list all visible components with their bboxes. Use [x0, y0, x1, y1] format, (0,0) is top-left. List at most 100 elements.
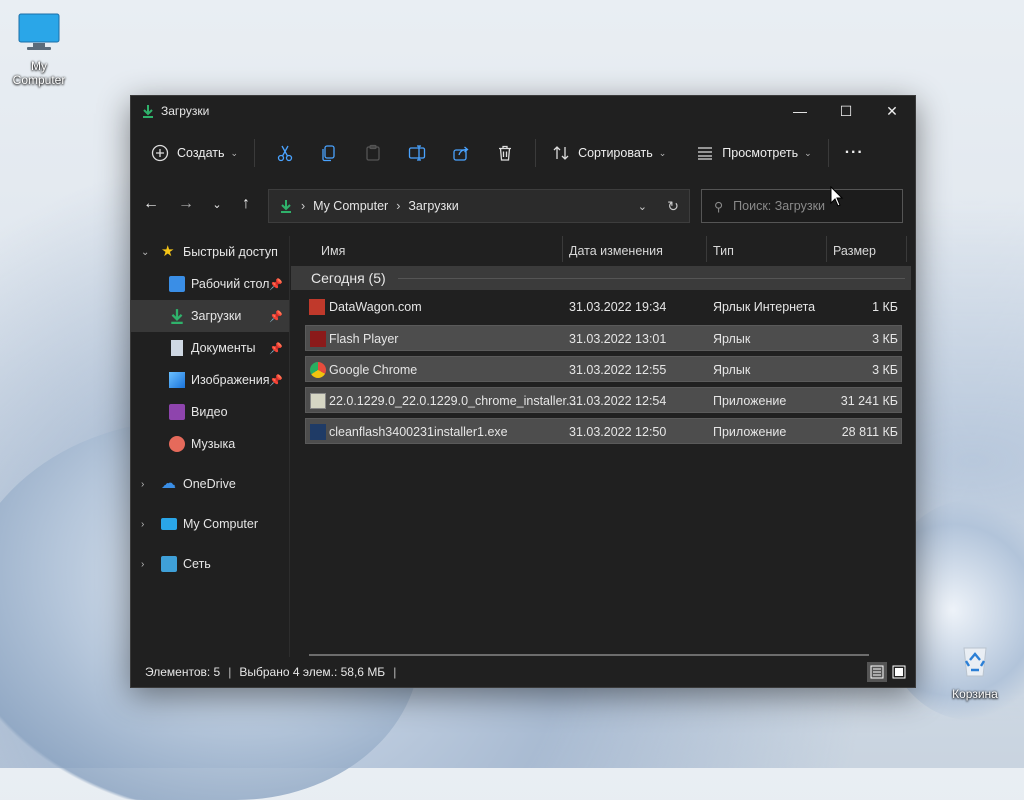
breadcrumb-separator: ›: [301, 199, 306, 213]
details-view-button[interactable]: [867, 662, 887, 682]
mouse-cursor-icon: [830, 186, 844, 207]
nav-item-desktop[interactable]: Рабочий стол 📌: [131, 268, 289, 300]
horizontal-scrollbar[interactable]: [309, 654, 869, 656]
forward-button[interactable]: →: [172, 190, 200, 218]
chevron-right-icon[interactable]: ›: [141, 519, 144, 530]
file-row[interactable]: DataWagon.com 31.03.2022 19:34 Ярлык Инт…: [305, 294, 902, 320]
tiles-view-icon: [892, 665, 906, 679]
nav-item-label: OneDrive: [183, 477, 236, 491]
more-options-button[interactable]: ···: [837, 137, 872, 169]
refresh-icon[interactable]: ↻: [667, 198, 679, 215]
file-row[interactable]: cleanflash3400231installer1.exe 31.03.20…: [305, 418, 902, 444]
nav-item-label: Музыка: [191, 437, 236, 451]
nav-item-documents[interactable]: Документы 📌: [131, 332, 289, 364]
file-row[interactable]: 22.0.1229.0_22.0.1229.0_chrome_installer…: [305, 387, 902, 413]
nav-item-downloads[interactable]: Загрузки 📌: [131, 300, 289, 332]
close-button[interactable]: ✕: [869, 96, 915, 126]
search-input[interactable]: ⚲ Поиск: Загрузки: [701, 189, 903, 223]
network-icon: [161, 556, 177, 572]
toolbar-divider: [254, 139, 256, 167]
chevron-down-icon: ⌄: [804, 147, 812, 158]
chevron-down-icon: ⌄: [230, 147, 239, 158]
pin-icon: 📌: [269, 310, 283, 323]
nav-item-pictures[interactable]: Изображения 📌: [131, 364, 289, 396]
nav-item-music[interactable]: Музыка: [131, 428, 289, 460]
cut-button[interactable]: [269, 137, 301, 169]
download-icon: [281, 200, 291, 213]
nav-item-label: Загрузки: [191, 309, 242, 323]
group-header-today[interactable]: Сегодня (5): [291, 266, 911, 290]
column-header-date[interactable]: Дата изменения: [569, 244, 663, 258]
file-size: 28 811 КБ: [841, 425, 898, 439]
back-button[interactable]: ←: [137, 190, 165, 218]
file-size: 31 241 КБ: [840, 394, 898, 408]
rename-button[interactable]: [401, 137, 433, 169]
application-icon: [310, 424, 326, 440]
address-row: ← → ⌄ ↑ › My Computer › Загрузки ⌄ ↻ ⚲ П…: [131, 184, 915, 224]
flash-player-icon: [310, 331, 326, 347]
nav-item-onedrive[interactable]: › ☁ OneDrive: [131, 468, 289, 500]
file-type: Ярлык: [713, 363, 751, 377]
nav-item-label: My Computer: [183, 517, 259, 531]
file-name: Google Chrome: [329, 363, 418, 377]
star-icon: ★: [161, 243, 175, 260]
file-row[interactable]: Google Chrome 31.03.2022 12:55 Ярлык 3 К…: [305, 356, 902, 382]
cloud-icon: ☁: [161, 475, 176, 492]
paste-icon: [366, 144, 380, 161]
create-button[interactable]: Создать ⌄: [143, 137, 246, 169]
maximize-button[interactable]: ☐: [823, 96, 869, 126]
file-name: 22.0.1229.0_22.0.1229.0_chrome_installer…: [329, 394, 580, 408]
explorer-window: Загрузки — ☐ ✕ Создать ⌄ Сортировать ⌄ П…: [130, 95, 916, 688]
address-bar[interactable]: › My Computer › Загрузки ⌄ ↻: [268, 189, 690, 223]
copy-button[interactable]: [313, 137, 345, 169]
internet-shortcut-icon: [309, 299, 325, 315]
column-header-size[interactable]: Размер: [833, 244, 876, 258]
desktop-icon-recycle-bin[interactable]: Корзина: [946, 640, 1004, 701]
nav-item-videos[interactable]: Видео: [131, 396, 289, 428]
column-divider[interactable]: [906, 236, 907, 262]
file-type: Приложение: [713, 425, 787, 439]
title-bar[interactable]: Загрузки — ☐ ✕: [131, 96, 915, 126]
pin-icon: 📌: [269, 374, 283, 387]
column-header-type[interactable]: Тип: [713, 244, 734, 258]
file-name: DataWagon.com: [329, 300, 422, 314]
search-icon: ⚲: [714, 199, 724, 214]
search-placeholder: Поиск: Загрузки: [733, 199, 826, 213]
recycle-bin-icon: [963, 647, 987, 677]
breadcrumb-downloads[interactable]: Загрузки: [408, 199, 458, 213]
chevron-right-icon[interactable]: ›: [141, 559, 144, 570]
up-button[interactable]: ↑: [232, 190, 260, 218]
column-divider[interactable]: [706, 236, 707, 262]
chevron-down-icon: ⌄: [658, 147, 667, 158]
desktop-icon-my-computer[interactable]: My Computer: [4, 12, 74, 87]
address-dropdown-icon[interactable]: ⌄: [638, 200, 647, 213]
minimize-button[interactable]: —: [777, 96, 823, 126]
chevron-right-icon[interactable]: ›: [141, 479, 144, 490]
recent-locations-button[interactable]: ⌄: [203, 190, 231, 218]
download-icon: [143, 105, 153, 118]
file-date: 31.03.2022 12:54: [569, 394, 667, 408]
nav-item-network[interactable]: › Сеть: [131, 548, 289, 580]
pane-splitter[interactable]: [289, 236, 290, 657]
plus-circle-icon: [151, 144, 169, 162]
column-divider[interactable]: [826, 236, 827, 262]
download-icon: [171, 309, 183, 324]
file-row[interactable]: Flash Player 31.03.2022 13:01 Ярлык 3 КБ: [305, 325, 902, 351]
view-button[interactable]: Просмотреть ⌄: [688, 137, 819, 169]
delete-button[interactable]: [489, 137, 521, 169]
selection-info: Выбрано 4 элем.: 58,6 МБ: [239, 665, 386, 679]
column-divider[interactable]: [562, 236, 563, 262]
installer-icon: [310, 393, 326, 409]
paste-button[interactable]: [357, 137, 389, 169]
share-button[interactable]: [445, 137, 477, 169]
file-list: Имя Дата изменения Тип Размер Сегодня (5…: [291, 236, 915, 657]
view-list-icon: [698, 147, 713, 160]
nav-item-my-computer[interactable]: › My Computer: [131, 508, 289, 540]
column-header-name[interactable]: Имя: [321, 244, 345, 258]
tiles-view-button[interactable]: [889, 662, 909, 682]
chevron-down-icon[interactable]: ⌄: [141, 247, 149, 258]
nav-item-quick-access[interactable]: ⌄ ★ Быстрый доступ: [131, 236, 289, 268]
column-header-row: Имя Дата изменения Тип Размер: [291, 236, 915, 266]
sort-button[interactable]: Сортировать ⌄: [544, 137, 674, 169]
breadcrumb-my-computer[interactable]: My Computer: [313, 199, 388, 213]
